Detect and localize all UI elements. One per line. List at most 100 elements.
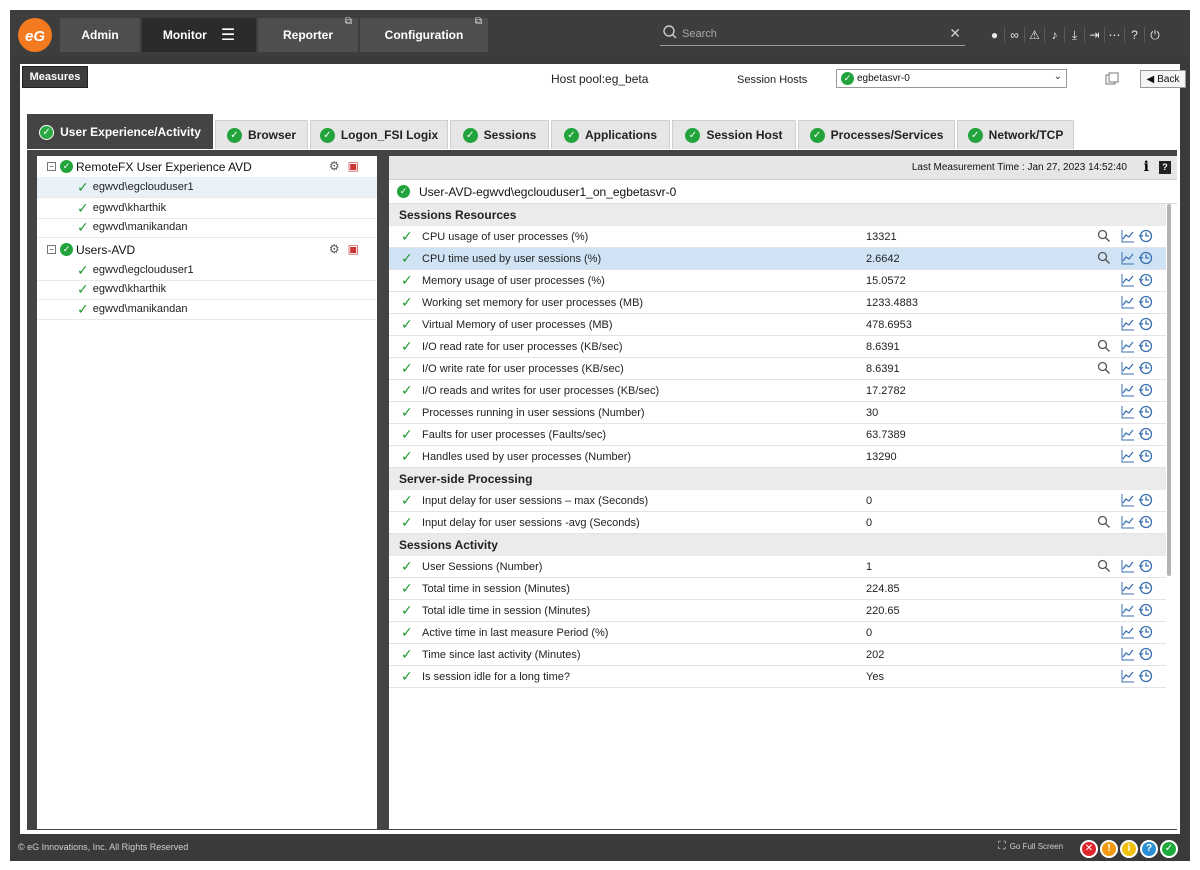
collapse-icon[interactable]: − [47,162,56,171]
history-icon[interactable] [1139,559,1153,573]
measure-row[interactable]: ✓ Memory usage of user processes (%) 15.05… [389,270,1166,292]
history-icon[interactable] [1139,603,1153,617]
graph-icon[interactable] [1121,273,1135,287]
download-icon[interactable]: ⤓ [1065,27,1085,43]
search-icon[interactable] [1097,559,1111,573]
history-icon[interactable] [1139,669,1153,683]
measure-row[interactable]: ✓ Handles used by user processes (Number)… [389,446,1166,468]
measure-row[interactable]: ✓ CPU usage of user processes (%) 13321 [389,226,1166,248]
alert-icon[interactable]: ⚠ [1025,27,1045,43]
graph-icon[interactable] [1121,229,1135,243]
history-icon[interactable] [1139,339,1153,353]
measure-row[interactable]: ✓ Total time in session (Minutes) 224.85 [389,578,1166,600]
search-icon[interactable] [1097,251,1111,265]
graph-icon[interactable] [1121,427,1135,441]
graph-icon[interactable] [1121,559,1135,573]
search-icon[interactable] [1097,339,1111,353]
back-button[interactable]: ◀ Back [1140,70,1186,88]
measure-row[interactable]: ✓ Input delay for user sessions – max (Se… [389,490,1166,512]
tab-network-tcp[interactable]: ✓ Network/TCP [957,120,1074,149]
tree-item[interactable]: ✓ egwvd\egclouduser1 [37,177,377,198]
history-icon[interactable] [1139,295,1153,309]
logout-icon[interactable]: ⇥ [1085,27,1105,43]
measure-row[interactable]: ✓ Total idle time in session (Minutes) 220… [389,600,1166,622]
history-icon[interactable] [1139,251,1153,265]
tree-item[interactable]: ✓ egwvd\manikandan [37,217,377,238]
history-icon[interactable] [1139,625,1153,639]
settings-gear-icon[interactable]: ⚙ [329,159,340,173]
graph-icon[interactable] [1121,449,1135,463]
collapse-icon[interactable]: − [47,245,56,254]
history-icon[interactable] [1139,361,1153,375]
history-icon[interactable] [1139,449,1153,463]
measure-row[interactable]: ✓ Faults for user processes (Faults/sec) 6… [389,424,1166,446]
measure-row[interactable]: ✓ Active time in last measure Period (%) 0 [389,622,1166,644]
graph-icon[interactable] [1121,625,1135,639]
history-icon[interactable] [1139,383,1153,397]
settings-gear-icon[interactable]: ⚙ [329,242,340,256]
graph-icon[interactable] [1121,669,1135,683]
tab-logon-fsi-logix[interactable]: ✓ Logon_FSI Logix [310,120,448,149]
measure-row[interactable]: ✓ Is session idle for a long time? Yes [389,666,1166,688]
measure-row[interactable]: ✓ I/O reads and writes for user processes… [389,380,1166,402]
tree-item[interactable]: ✓ egwvd\kharthik [37,198,377,219]
major-status-icon[interactable]: ! [1100,840,1118,858]
history-icon[interactable] [1139,493,1153,507]
go-full-screen-button[interactable]: ⛶ Go Full Screen [998,840,1063,853]
eg-logo[interactable]: eG [18,18,52,52]
tree-item[interactable]: ✓ egwvd\manikandan [37,299,377,320]
search-icon[interactable] [1097,515,1111,529]
tab-user-experience-activity[interactable]: ✓ User Experience/Activity [27,114,213,149]
measure-row[interactable]: ✓ Processes running in user sessions (Num… [389,402,1166,424]
scrollbar[interactable] [1167,204,1171,576]
hamburger-menu-icon[interactable]: ☰ [221,25,235,45]
measure-row[interactable]: ✓ CPU time used by user sessions (%) 2.664… [389,248,1166,270]
tab-processes-services[interactable]: ✓ Processes/Services [798,120,955,149]
tab-session-host[interactable]: ✓ Session Host [672,120,796,149]
graph-icon[interactable] [1121,295,1135,309]
measure-row[interactable]: ✓ I/O write rate for user processes (KB/s… [389,358,1166,380]
copy-icon[interactable] [1105,72,1119,86]
power-icon[interactable]: ⏻ [1145,27,1165,43]
tree-group[interactable]: − ✓ RemoteFX User Experience AVD ⚙ ▣ [37,156,377,177]
measure-row[interactable]: ✓ Virtual Memory of user processes (MB) 47… [389,314,1166,336]
measure-row[interactable]: ✓ Input delay for user sessions -avg (Sec… [389,512,1166,534]
tab-applications[interactable]: ✓ Applications [551,120,670,149]
graph-icon[interactable] [1121,603,1135,617]
help-icon[interactable]: ? [1125,27,1145,43]
tab-sessions[interactable]: ✓ Sessions [450,120,549,149]
search-icon[interactable] [1097,229,1111,243]
unknown-status-icon[interactable]: ? [1140,840,1158,858]
graph-icon[interactable] [1121,383,1135,397]
history-icon[interactable] [1139,515,1153,529]
measures-button[interactable]: Measures [22,66,88,88]
help-icon[interactable]: ? [1159,161,1171,174]
nav-tab-configuration[interactable]: Configuration ⧉ [360,16,488,52]
bell-icon[interactable]: ♪ [1045,27,1065,43]
measure-row[interactable]: ✓ Time since last activity (Minutes) 202 [389,644,1166,666]
clear-search-icon[interactable]: ✕ [949,25,961,42]
graph-icon[interactable] [1121,361,1135,375]
info-icon[interactable]: i [1144,159,1149,175]
user-icon[interactable]: ● [985,27,1005,43]
nav-tab-admin[interactable]: Admin [60,18,140,52]
measure-row[interactable]: ✓ User Sessions (Number) 1 [389,556,1166,578]
minor-status-icon[interactable]: i [1120,840,1138,858]
session-host-select[interactable]: ✓ egbetasvr-0 ⌄ [836,69,1067,88]
history-icon[interactable] [1139,427,1153,441]
tree-group[interactable]: − ✓ Users-AVD ⚙ ▣ [37,239,377,260]
report-icon[interactable]: ▣ [348,159,359,173]
graph-icon[interactable] [1121,515,1135,529]
search-input[interactable] [682,26,932,42]
graph-icon[interactable] [1121,647,1135,661]
graph-icon[interactable] [1121,493,1135,507]
measure-row[interactable]: ✓ Working set memory for user processes (… [389,292,1166,314]
nav-tab-monitor[interactable]: Monitor ☰ [142,18,256,52]
more-icon[interactable]: ⋯ [1105,27,1125,43]
tree-item[interactable]: ✓ egwvd\egclouduser1 [37,260,377,281]
search-icon[interactable] [1097,361,1111,375]
graph-icon[interactable] [1121,251,1135,265]
report-icon[interactable]: ▣ [348,242,359,256]
history-icon[interactable] [1139,647,1153,661]
tab-browser[interactable]: ✓ Browser [215,120,308,149]
